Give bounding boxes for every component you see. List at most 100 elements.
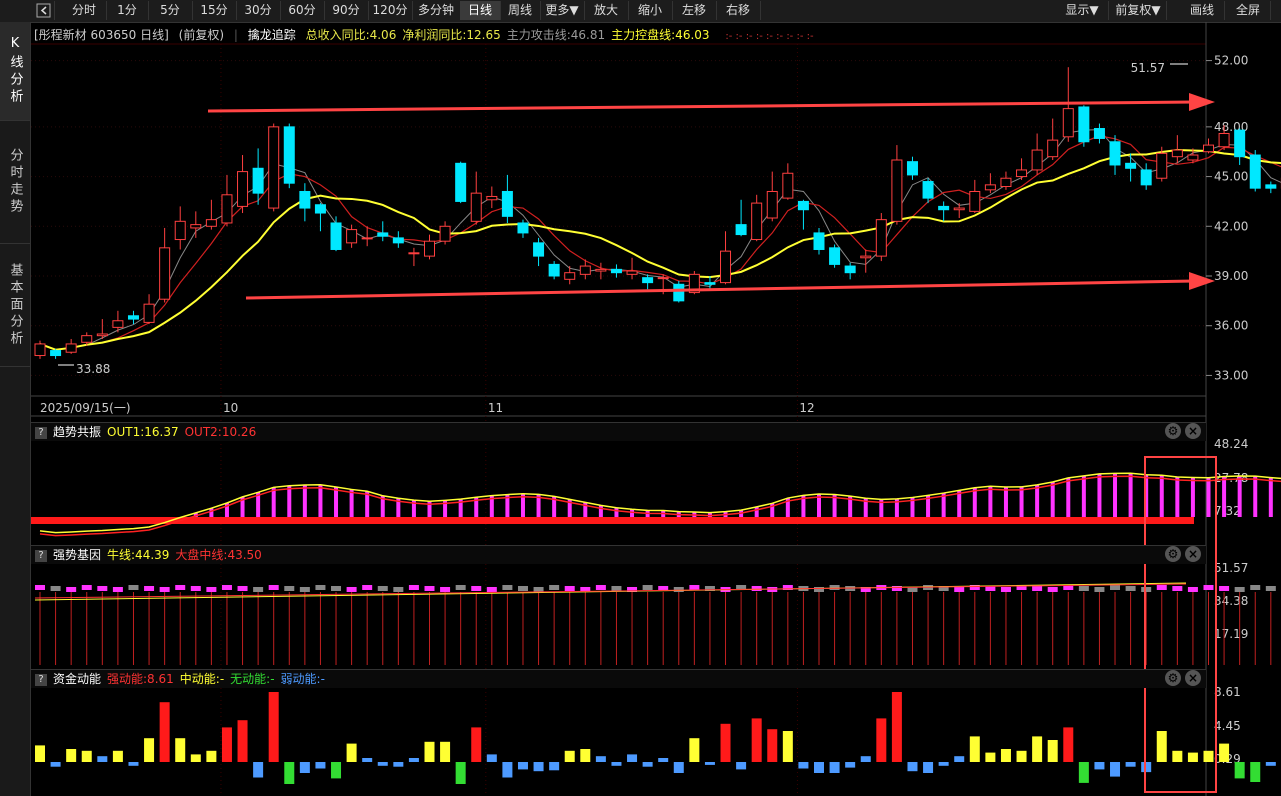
ma-line-yellow <box>39 149 1281 351</box>
candle-body <box>984 184 996 191</box>
candle-body <box>34 343 46 357</box>
momentum-bar <box>35 745 45 762</box>
momentum-bar <box>284 762 295 784</box>
momentum-bar <box>66 749 77 762</box>
momentum-bar <box>112 750 123 762</box>
panel-field: 大盘中线:43.50 <box>175 548 262 562</box>
momentum-bar <box>424 741 435 762</box>
trend-bar <box>1050 481 1055 517</box>
trend-bar <box>754 506 759 517</box>
gene-block <box>424 586 435 591</box>
momentum-bar <box>1094 762 1105 770</box>
momentum-bar <box>206 750 217 762</box>
momentum-bar <box>1078 762 1089 783</box>
candle-body <box>751 202 763 241</box>
trend-bar <box>1190 477 1195 517</box>
momentum-bar <box>1063 727 1074 762</box>
candle-body <box>533 242 545 257</box>
panel-field: 无动能:- <box>230 672 275 686</box>
trend-bar <box>1159 475 1164 517</box>
momentum-bar <box>1047 740 1058 762</box>
candle-body <box>1031 149 1043 171</box>
momentum-bar <box>564 750 575 762</box>
gene-block <box>97 586 108 591</box>
candle-body <box>424 240 435 257</box>
candle-body <box>938 205 950 211</box>
momentum-bar <box>611 762 622 766</box>
help-icon[interactable]: ? <box>35 426 47 439</box>
candle-body <box>891 159 903 222</box>
candle-body <box>906 161 918 176</box>
momentum-bar <box>845 762 856 768</box>
momentum-bar <box>471 727 482 762</box>
help-icon[interactable]: ? <box>35 673 47 686</box>
candle-body <box>969 190 981 212</box>
candle-body <box>1125 162 1137 169</box>
candle-body <box>112 320 124 328</box>
momentum-bar <box>517 762 528 770</box>
gear-icon[interactable]: ⚙ <box>1165 546 1181 562</box>
candle-body <box>860 255 872 259</box>
gene-block <box>595 585 606 590</box>
momentum-bar <box>1032 736 1043 762</box>
trend-bar <box>1128 473 1133 517</box>
candle-body <box>159 247 171 300</box>
gene-block <box>1250 585 1261 590</box>
candle-body <box>922 181 934 199</box>
candle-body <box>766 190 778 219</box>
gear-icon[interactable]: ⚙ <box>1165 423 1181 439</box>
trend-bar <box>287 485 292 517</box>
candle-body <box>517 222 529 234</box>
baseline-band <box>31 517 1194 524</box>
trend-bar <box>1237 476 1242 517</box>
gene-block <box>221 585 232 590</box>
candle-body <box>268 126 280 209</box>
candle-body <box>1047 139 1059 158</box>
candle-body <box>844 265 856 274</box>
candle-body <box>299 190 311 209</box>
momentum-bar <box>814 762 824 773</box>
close-icon[interactable]: × <box>1185 546 1201 562</box>
momentum-bar <box>907 762 918 772</box>
gene-block <box>299 587 310 592</box>
candle-body <box>283 126 295 184</box>
gene-block <box>1219 586 1230 591</box>
candle-body <box>782 172 794 199</box>
trend-bar <box>972 487 977 517</box>
close-icon[interactable]: × <box>1185 423 1201 439</box>
gene-block <box>50 586 61 591</box>
momentum-bar <box>969 736 980 762</box>
momentum-bar <box>50 762 61 767</box>
gene-block <box>206 587 217 592</box>
candle-body <box>174 220 186 241</box>
gene-block <box>1141 587 1152 592</box>
gene-block <box>346 587 357 592</box>
panel-field: 弱动能:- <box>280 672 325 686</box>
gene-block <box>1110 585 1121 590</box>
gene-block <box>112 587 123 592</box>
momentum-bar <box>1265 762 1276 766</box>
gear-icon[interactable]: ⚙ <box>1165 670 1181 686</box>
gene-block <box>1047 587 1058 592</box>
help-icon[interactable]: ? <box>35 549 47 562</box>
momentum-bar <box>798 762 809 769</box>
candle-body <box>797 200 809 211</box>
momentum-bar <box>362 758 373 762</box>
close-icon[interactable]: × <box>1185 670 1201 686</box>
gene-block <box>253 587 264 592</box>
price-tick: 39.00 <box>1214 269 1248 283</box>
candle-body <box>127 315 139 320</box>
candle-body <box>1156 152 1168 179</box>
trend-arrow-line <box>245 279 1196 300</box>
momentum-bar <box>268 692 279 762</box>
candle-body <box>1171 149 1183 158</box>
panel-title-trend: 趋势共振 <box>53 425 102 439</box>
momentum-bar <box>175 738 186 762</box>
trend-bar <box>318 484 323 517</box>
momentum-bar <box>658 758 669 762</box>
candle-body <box>143 303 155 323</box>
momentum-bar <box>533 762 544 772</box>
panel-tick: 27.78 <box>1214 471 1248 485</box>
ma-line-red <box>39 135 1281 351</box>
candle-body <box>595 268 607 272</box>
